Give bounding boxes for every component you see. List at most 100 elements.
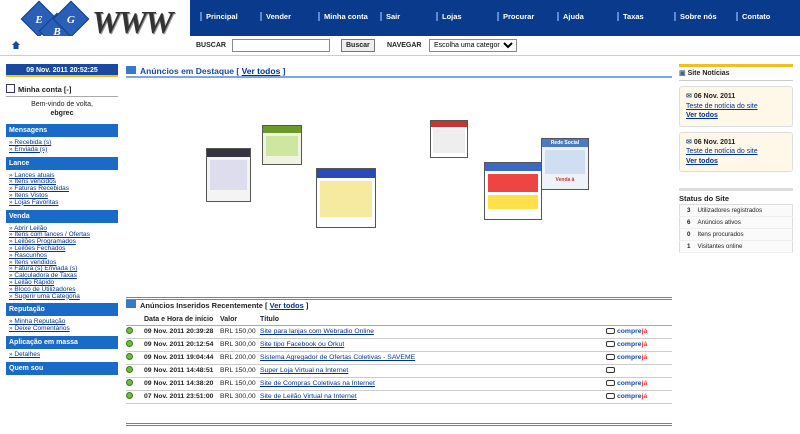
buy-now-button[interactable]: comprejá [617, 354, 647, 361]
buy-now-label: compre [617, 354, 642, 361]
table-row: 09 Nov. 2011 20:12:54 BRL 300,00 Site tipo… [126, 338, 672, 352]
status-row: 6 Anúncios ativos [679, 216, 793, 229]
row-status [126, 351, 144, 365]
section-header: Venda [6, 209, 118, 223]
search-input[interactable] [232, 39, 330, 52]
buy-now-label-accent: já [641, 354, 648, 361]
table-row: 09 Nov. 2011 19:04:44 BRL 200,00 Sistema A… [126, 351, 672, 365]
buy-now-button[interactable]: comprejá [617, 328, 647, 335]
binoculars-icon[interactable] [606, 354, 615, 360]
buy-now-button[interactable]: comprejá [617, 341, 647, 348]
nav-contato[interactable]: Contato [736, 12, 770, 21]
row-date: 09 Nov. 2011 19:04:44 [144, 351, 220, 365]
featured-thumbnail[interactable] [262, 125, 302, 165]
news-link[interactable]: Teste de notícia do site [686, 102, 788, 112]
table-row: 09 Nov. 2011 20:39:28 BRL 150,00 Site para… [126, 325, 672, 339]
section-header: Reputação [6, 303, 118, 317]
section-links: Recebida (s)Enviada (s) [6, 137, 118, 155]
table-header-date: Data e Hora de início [144, 314, 220, 326]
nav-procurar[interactable]: Procurar [497, 12, 534, 21]
sidebar-link[interactable]: Sugerir uma Categoria [9, 293, 118, 301]
status-table: 3 Utilizadores registrados 6 Anúncios ativ… [679, 204, 793, 253]
sidebar-link[interactable]: Enviada (s) [9, 146, 118, 154]
news-see-all[interactable]: Ver todos [686, 111, 788, 121]
status-count: 0 [679, 228, 698, 241]
row-actions [606, 364, 672, 378]
row-value: BRL 150,00 [220, 325, 260, 339]
row-status [126, 325, 144, 339]
row-value: BRL 300,00 [220, 390, 260, 404]
featured-thumbnail[interactable] [430, 120, 468, 158]
section-header: Mensagens [6, 124, 118, 137]
binoculars-icon[interactable] [606, 380, 615, 386]
status-row: 0 Itens procurados [679, 228, 793, 241]
status-count: 3 [679, 204, 698, 217]
account-title: Minha conta [-] [18, 85, 72, 94]
status-count: 6 [679, 216, 698, 229]
row-title[interactable]: Site tipo Facebook ou Orkut [260, 338, 606, 352]
binoculars-icon[interactable] [606, 393, 615, 399]
featured-see-all[interactable]: Ver todos [242, 66, 281, 76]
binoculars-icon[interactable] [606, 328, 615, 334]
nav-sair[interactable]: Sair [380, 12, 400, 21]
row-title[interactable]: Super Loja Virtual na Internet [260, 364, 606, 378]
sidebar-link[interactable]: Lojas Favoritas [9, 199, 118, 207]
current-date: 09 Nov. 2011 20:52:25 [6, 64, 118, 77]
status-label: Itens procurados [697, 228, 793, 241]
status-dot-icon [126, 392, 133, 399]
status-dot-icon [126, 366, 133, 373]
account-header[interactable]: Minha conta [-] [6, 83, 118, 97]
nav-lojas[interactable]: Lojas [436, 12, 462, 21]
row-title[interactable]: Sistema Agregador de Ofertas Coletivas -… [260, 351, 606, 365]
row-status [126, 390, 144, 404]
recent-icon [126, 300, 136, 308]
featured-title: Anúncios em Destaque [140, 66, 234, 76]
binoculars-icon[interactable] [606, 367, 615, 373]
featured-thumbnail[interactable] [484, 162, 542, 220]
news-see-all[interactable]: Ver todos [686, 157, 788, 167]
nav-sobre-nos[interactable]: Sobre nós [674, 12, 717, 21]
bottom-divider [126, 423, 672, 426]
row-title[interactable]: Site de Compras Coletivas na Internet [260, 377, 606, 391]
sidebar-link[interactable]: Detalhes [9, 351, 118, 359]
buy-now-button[interactable]: comprejá [617, 380, 647, 387]
nav-principal[interactable]: Principal [200, 12, 238, 21]
row-value: BRL 300,00 [220, 338, 260, 352]
row-actions: comprejá [606, 325, 672, 339]
row-title[interactable]: Site de Leilão Virtual na Internet [260, 390, 606, 404]
nav-ajuda[interactable]: Ajuda [557, 12, 584, 21]
buy-now-button[interactable]: comprejá [617, 393, 647, 400]
news-link[interactable]: Teste de notícia do site [686, 147, 788, 157]
recent-header: Anúncios Inseridos Recentemente [ Ver to… [126, 297, 672, 310]
row-status [126, 364, 144, 378]
nav-minha-conta[interactable]: Minha conta [318, 12, 368, 21]
welcome-text: Bem-vindo de volta, [31, 101, 93, 108]
featured-thumbnail[interactable] [316, 168, 376, 228]
news-date: 06 Nov. 2011 [686, 92, 788, 102]
binoculars-icon[interactable] [606, 341, 615, 347]
row-title[interactable]: Site para lanjas com Webradio Online [260, 325, 606, 339]
row-status [126, 377, 144, 391]
nav-taxas[interactable]: Taxas [617, 12, 644, 21]
featured-thumbnail[interactable] [206, 148, 251, 202]
home-icon[interactable] [11, 40, 21, 50]
sidebar-link[interactable]: Deixe Comentários [9, 325, 118, 333]
thumbnail-title: Rede Social [542, 139, 588, 147]
status-header: Status do Site [679, 188, 793, 203]
table-row: 09 Nov. 2011 14:38:20 BRL 150,00 Site de C… [126, 377, 672, 391]
row-date: 09 Nov. 2011 14:38:20 [144, 377, 220, 391]
featured-thumbnail[interactable]: Rede Social Venda à [541, 138, 589, 190]
row-date: 09 Nov. 2011 20:12:54 [144, 338, 220, 352]
main-nav: Principal Vender Minha conta Sair Lojas … [190, 0, 800, 36]
category-select[interactable]: Escolha uma categoria [429, 39, 517, 52]
section-links: Abrir LeilãoItens com lances / OfertasLe… [6, 223, 118, 302]
status-dot-icon [126, 353, 133, 360]
recent-see-all[interactable]: Ver todos [270, 301, 304, 310]
nav-vender[interactable]: Vender [260, 12, 291, 21]
row-value: BRL 150,00 [220, 364, 260, 378]
buy-now-label-accent: já [641, 328, 648, 335]
news-header: ▣ Site Notícias [679, 67, 793, 81]
table-header-actions [606, 314, 672, 326]
row-status [126, 338, 144, 352]
search-button[interactable]: Buscar [341, 39, 375, 52]
